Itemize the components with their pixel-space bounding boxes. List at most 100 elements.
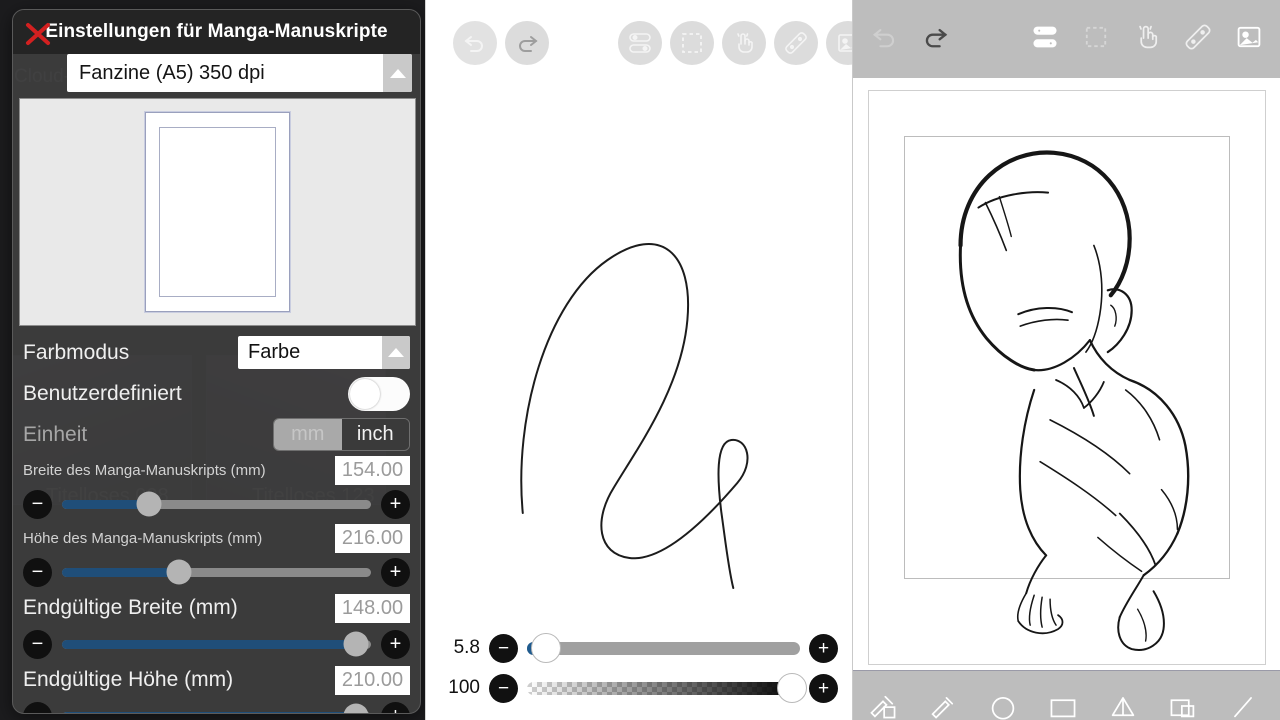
preview-page[interactable] [867, 90, 1266, 665]
duplicate-icon[interactable] [1165, 688, 1201, 720]
manga-settings-panel: Zurück zu meiner Galerie (Mysterio) Gale… [0, 0, 425, 720]
final-width-value[interactable]: 148.00 [335, 593, 410, 623]
layer-settings-icon[interactable] [618, 21, 662, 65]
color-mode-label: Farbmodus [23, 340, 130, 364]
unit-option-inch[interactable]: inch [341, 419, 409, 450]
preset-dropdown[interactable]: Fanzine (A5) 350 dpi [67, 54, 412, 92]
height-label: Höhe des Manga-Manuskripts (mm) [23, 529, 263, 547]
line-icon[interactable] [1225, 688, 1261, 720]
opacity-decrease-button[interactable]: − [489, 673, 518, 703]
dialog-title: Einstellungen für Manga-Manuskripte [45, 21, 388, 42]
final-height-increase-button[interactable]: + [381, 701, 410, 713]
height-increase-button[interactable]: + [381, 557, 410, 587]
final-width-slider-row: − + [23, 625, 410, 663]
rectangle-icon[interactable] [1045, 688, 1081, 720]
height-slider-row: − + [23, 553, 410, 591]
row-color-mode: Farbmodus Farbe [23, 332, 410, 373]
opacity-value: 100 [448, 677, 480, 698]
width-label: Breite des Manga-Manuskripts (mm) [23, 461, 266, 479]
final-width-label: Endgültige Breite (mm) [23, 596, 238, 619]
final-width-increase-button[interactable]: + [381, 629, 410, 659]
page-preview [19, 98, 416, 326]
custom-label: Benutzerdefiniert [23, 381, 182, 405]
undo-icon[interactable] [868, 20, 902, 54]
width-decrease-button[interactable]: − [23, 489, 52, 519]
artwork-preview-panel [852, 0, 1280, 720]
undo-icon[interactable] [453, 21, 497, 65]
ruler-icon[interactable] [774, 21, 818, 65]
layer-settings-icon[interactable] [1028, 20, 1062, 54]
mirror-icon[interactable] [1105, 688, 1141, 720]
ruler-icon[interactable] [1181, 20, 1215, 54]
brush-size-track[interactable] [527, 633, 800, 663]
width-slider-knob[interactable] [136, 491, 162, 517]
toggle-knob [350, 378, 380, 409]
opacity-knob[interactable] [776, 673, 807, 703]
canvas-toolbar [426, 0, 870, 88]
height-decrease-button[interactable]: − [23, 557, 52, 587]
brush-size-value: 5.8 [453, 637, 480, 658]
final-height-slider-fill [62, 711, 356, 713]
color-mode-dropdown[interactable]: Farbe [238, 336, 410, 369]
row-final-height-label: Endgültige Höhe (mm) 210.00 [23, 663, 410, 697]
settings-rows: Farbmodus Farbe Benutzerdefiniert Einhei… [13, 332, 420, 713]
pen-icon[interactable] [925, 688, 961, 720]
preview-page-safe-area [159, 127, 276, 297]
opacity-slider-row: 100 − + [440, 668, 838, 708]
pen-add-icon[interactable] [865, 688, 901, 720]
final-width-slider-track[interactable] [62, 631, 371, 657]
manga-settings-dialog: Einstellungen für Manga-Manuskripte Fanz… [12, 9, 421, 714]
final-height-label: Endgültige Höhe (mm) [23, 668, 234, 691]
width-slider-row: − + [23, 485, 410, 523]
finger-touch-icon[interactable] [722, 21, 766, 65]
selection-icon[interactable] [670, 21, 714, 65]
height-slider-track[interactable] [62, 559, 371, 585]
final-height-slider-knob[interactable] [343, 703, 369, 713]
height-slider-knob[interactable] [166, 559, 192, 585]
row-width-label: Breite des Manga-Manuskripts (mm) 154.00 [23, 455, 410, 485]
close-x-icon[interactable] [23, 18, 53, 48]
row-height-label: Höhe des Manga-Manuskripts (mm) 216.00 [23, 523, 410, 553]
final-width-slider-knob[interactable] [343, 631, 369, 657]
app-screen: Zurück zu meiner Galerie (Mysterio) Gale… [0, 0, 1280, 720]
brush-size-increase-button[interactable]: + [809, 633, 838, 663]
unit-toggle-group[interactable]: mm inch [273, 418, 410, 451]
crouching-figure-lineart [869, 91, 1265, 664]
height-value[interactable]: 216.00 [335, 523, 410, 553]
row-final-width-label: Endgültige Breite (mm) 148.00 [23, 591, 410, 625]
preview-toolbar [853, 0, 1280, 78]
brush-size-decrease-button[interactable]: − [489, 633, 518, 663]
row-custom: Benutzerdefiniert [23, 373, 410, 414]
preview-page-bleed [145, 112, 290, 312]
color-mode-value: Farbe [248, 341, 301, 363]
redo-icon[interactable] [505, 21, 549, 65]
width-value[interactable]: 154.00 [335, 455, 410, 485]
image-icon[interactable] [1232, 20, 1266, 54]
custom-toggle[interactable] [348, 376, 410, 411]
caret-up-icon[interactable] [382, 336, 410, 369]
preset-value: Fanzine (A5) 350 dpi [79, 61, 265, 84]
circle-icon[interactable] [985, 688, 1021, 720]
row-unit: Einheit mm inch [23, 414, 410, 455]
final-height-slider-track[interactable] [62, 703, 371, 713]
redo-icon[interactable] [918, 20, 952, 54]
height-slider-fill [62, 567, 180, 577]
drawing-canvas-panel: 5.8 − + 100 − + [425, 0, 870, 720]
opacity-track[interactable] [527, 673, 807, 703]
width-slider-track[interactable] [62, 491, 371, 517]
final-height-slider-row: − + [23, 697, 410, 713]
final-width-slider-fill [62, 639, 356, 649]
opacity-increase-button[interactable]: + [809, 673, 838, 703]
width-increase-button[interactable]: + [381, 489, 410, 519]
caret-up-icon[interactable] [383, 54, 412, 92]
brush-size-knob[interactable] [531, 633, 562, 663]
brush-size-slider-row: 5.8 − + [440, 628, 838, 668]
final-height-value[interactable]: 210.00 [335, 665, 410, 695]
final-height-decrease-button[interactable]: − [23, 701, 52, 713]
canvas-stroke-area[interactable] [426, 88, 852, 610]
dialog-titlebar: Einstellungen für Manga-Manuskripte [13, 10, 420, 54]
unit-option-mm[interactable]: mm [274, 419, 342, 450]
finger-touch-icon[interactable] [1130, 20, 1164, 54]
selection-icon[interactable] [1079, 20, 1113, 54]
final-width-decrease-button[interactable]: − [23, 629, 52, 659]
